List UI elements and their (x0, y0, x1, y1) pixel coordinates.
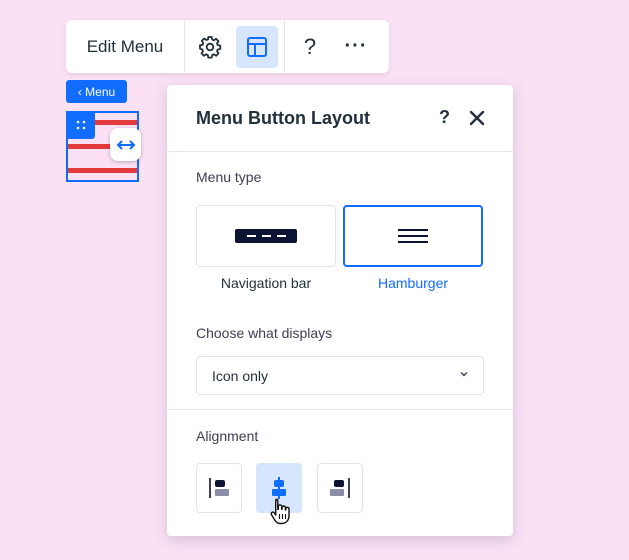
align-right-icon (330, 478, 350, 498)
menu-type-label: Menu type (196, 169, 262, 185)
display-dropdown[interactable]: Icon only (196, 356, 484, 395)
settings-button[interactable] (189, 26, 231, 68)
menu-line (68, 168, 137, 173)
hamburger-icon (398, 229, 428, 243)
horizontal-arrows-icon (116, 139, 135, 150)
align-center-button[interactable] (256, 463, 302, 513)
align-left-icon (209, 478, 229, 498)
menu-type-navigation-bar[interactable] (196, 205, 336, 267)
section-divider (167, 409, 513, 410)
more-actions-button[interactable]: ··· (335, 26, 377, 68)
help-icon: ? (303, 33, 317, 59)
toolbar-divider (284, 20, 285, 73)
drag-handle[interactable] (66, 111, 95, 139)
more-icon: ··· (344, 35, 368, 57)
menu-button-layout-panel: Menu Button Layout ? Menu type Navigatio… (167, 85, 513, 536)
editor-toolbar: Edit Menu ? ··· (66, 20, 389, 73)
drag-dots-icon (76, 120, 85, 130)
alignment-label: Alignment (196, 428, 259, 444)
help-button[interactable]: ? (289, 26, 331, 68)
navigation-bar-caption: Navigation bar (220, 275, 312, 291)
toolbar-icons: ? ··· (185, 20, 377, 73)
gear-icon (199, 35, 222, 58)
panel-header: Menu Button Layout ? (167, 85, 513, 152)
layout-icon (247, 36, 267, 57)
align-left-button[interactable] (196, 463, 242, 513)
display-value: Icon only (212, 367, 269, 384)
panel-title: Menu Button Layout (196, 107, 370, 128)
menu-breadcrumb-tag[interactable]: ‹ Menu (66, 80, 127, 103)
display-label: Choose what displays (196, 325, 333, 341)
chevron-down-icon (460, 372, 468, 377)
close-icon[interactable] (465, 106, 489, 130)
navigation-bar-icon (235, 229, 297, 243)
align-right-button[interactable] (317, 463, 363, 513)
hamburger-caption: Hamburger (377, 275, 449, 291)
layout-button[interactable] (236, 25, 278, 68)
menu-element[interactable] (66, 111, 141, 182)
edit-menu-button[interactable]: Edit Menu (66, 20, 185, 73)
menu-type-hamburger[interactable] (343, 205, 483, 267)
stretch-handle[interactable] (110, 128, 141, 161)
panel-help-icon[interactable]: ? (439, 107, 450, 128)
align-center-icon (272, 477, 286, 499)
